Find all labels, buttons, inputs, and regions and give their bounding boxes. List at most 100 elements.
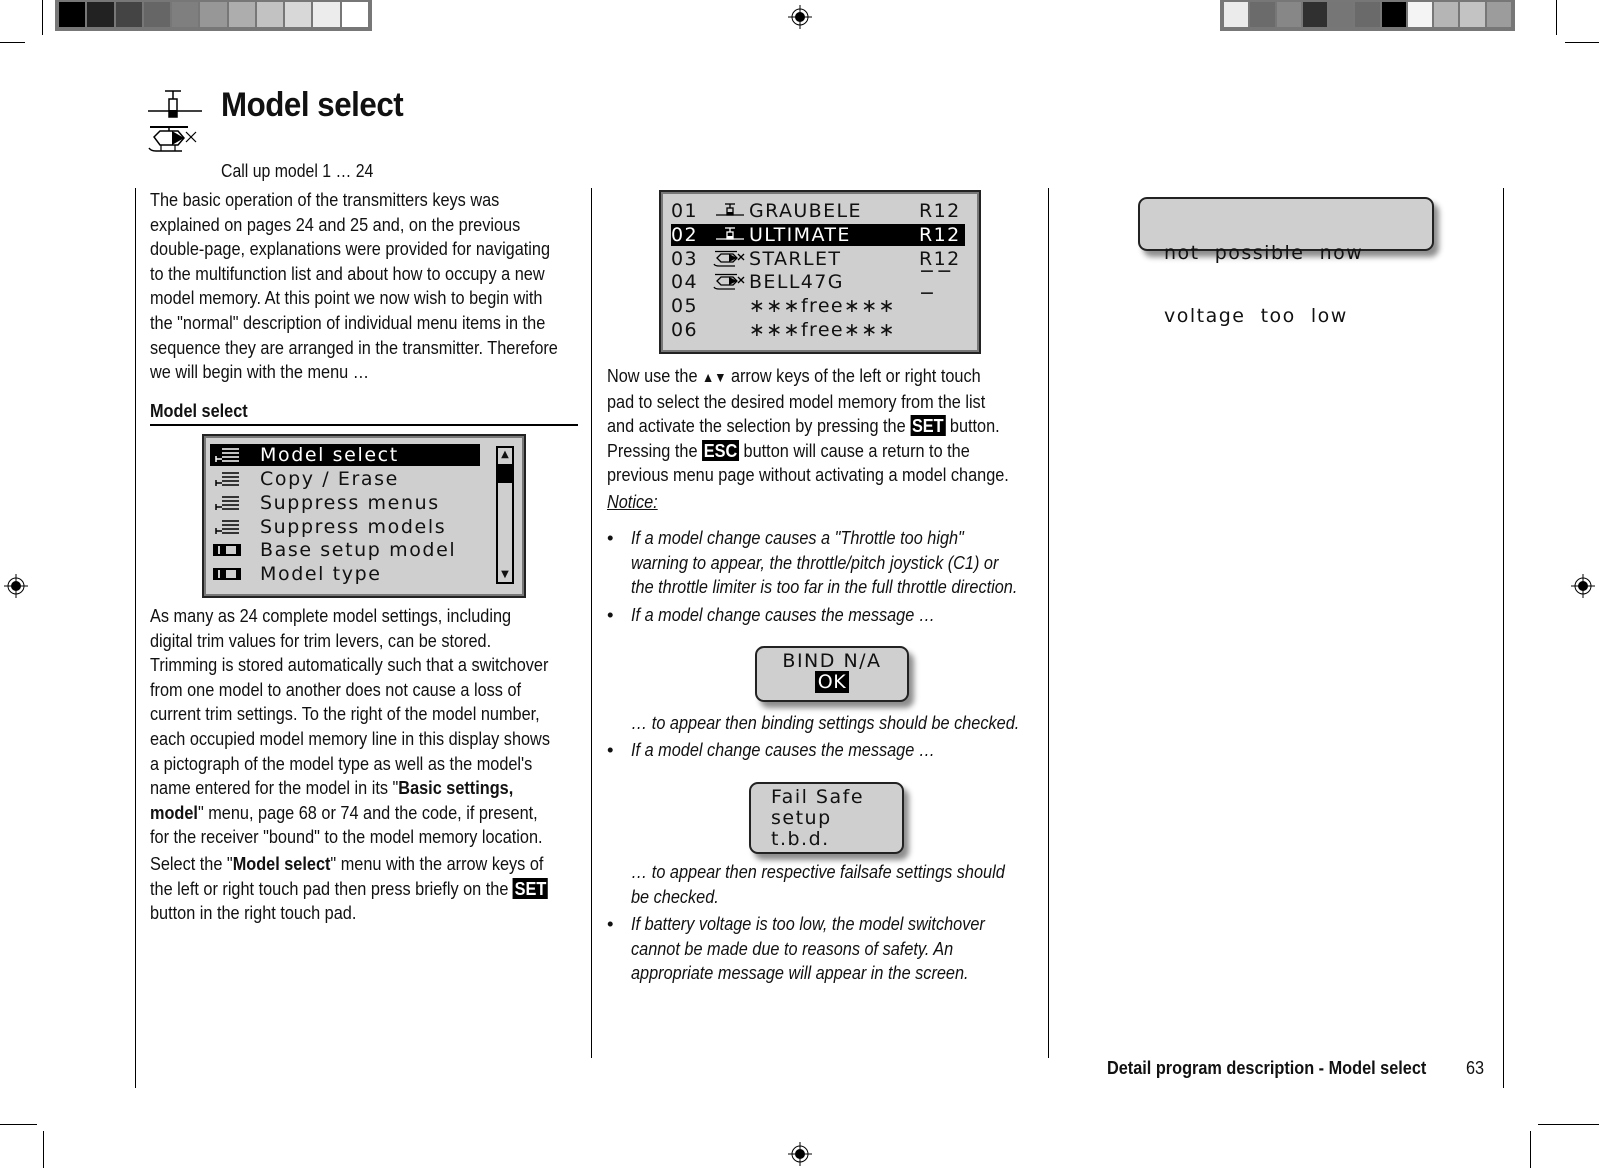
color-calibration-bar-left xyxy=(55,0,372,31)
text-line: the throttle limiter is too far in the f… xyxy=(631,576,1018,598)
text-line: As many as 24 complete model settings, i… xyxy=(150,605,512,626)
model-name: ULTIMATE xyxy=(749,224,851,246)
calibration-swatch xyxy=(172,2,199,27)
menu-item-base-setup-model[interactable]: Base setup model xyxy=(210,539,480,561)
column-divider xyxy=(135,188,136,1088)
text-span: arrow keys of the left or right touch xyxy=(726,365,981,386)
text-span: " menu, page 68 or 74 and the code, if p… xyxy=(197,801,538,823)
text-line: a pictograph of the model type as well a… xyxy=(150,752,533,774)
text-line: … to appear then respective failsafe set… xyxy=(631,861,1005,882)
calibration-swatch xyxy=(1460,2,1485,27)
menu-reference: Basic settings, xyxy=(398,777,514,799)
calibration-swatch xyxy=(313,2,340,27)
menu-item-model-select[interactable]: Model select xyxy=(210,444,480,466)
scroll-down-icon[interactable]: ▼ xyxy=(499,569,511,581)
menu-item-model-type[interactable]: Model type xyxy=(210,563,480,585)
menu-item-suppress-menus[interactable]: Suppress menus xyxy=(210,492,480,514)
model-number: 03 xyxy=(671,248,698,270)
calibration-swatch xyxy=(59,2,86,27)
model-row-free[interactable]: 06 ∗∗∗free∗∗∗ xyxy=(671,319,965,341)
calibration-swatch xyxy=(1355,2,1380,27)
text-line: be checked. xyxy=(631,885,719,907)
text-line: If a model change causes the message … xyxy=(631,739,936,760)
text-line: pad to select the desired model memory f… xyxy=(607,390,986,412)
text-line: If a model change causes a "Throttle too… xyxy=(631,527,964,548)
menu-item-label: Model type xyxy=(260,563,382,585)
airplane-icon xyxy=(148,90,202,118)
airplane-icon xyxy=(711,225,749,245)
model-number: 06 xyxy=(671,319,698,341)
calibration-swatch xyxy=(1329,2,1354,27)
menu-scrollbar[interactable]: ▲ ▼ xyxy=(496,446,514,584)
text-line: Pressing the ESC button will cause a ret… xyxy=(607,439,1009,464)
calibration-swatch xyxy=(1486,2,1511,27)
module-icon xyxy=(210,565,244,583)
menu-item-label: Model select xyxy=(260,444,399,466)
calibration-swatch xyxy=(285,2,312,27)
crop-mark xyxy=(43,1131,44,1168)
model-row[interactable]: 01 GRAUBELE R12 xyxy=(671,200,965,222)
scrollbar-thumb[interactable] xyxy=(498,464,512,483)
text-line: Trimming is stored automatically such th… xyxy=(150,654,549,676)
text-span: the left or right touch pad then press b… xyxy=(150,877,513,899)
bullet-icon: • xyxy=(607,604,614,625)
text-line: double-page, explanations were provided … xyxy=(150,238,551,260)
menu-item-label: Base setup model xyxy=(260,539,457,561)
text-line: appropriate message will appear in the s… xyxy=(631,962,969,984)
menu-item-copy-erase[interactable]: Copy / Erase xyxy=(210,468,480,490)
column-divider xyxy=(1048,188,1049,1058)
text-line: for the receiver "bound" to the model me… xyxy=(150,826,543,848)
menu-reference: model xyxy=(150,801,198,823)
crop-mark xyxy=(1556,0,1557,35)
text-line: previous menu page without activating a … xyxy=(607,464,1009,486)
text-line: each occupied model memory line in this … xyxy=(150,727,550,749)
helicopter-icon xyxy=(148,126,197,152)
scroll-up-icon[interactable]: ▲ xyxy=(499,449,511,461)
menu-item-label: Suppress menus xyxy=(260,492,440,514)
empty-icon-slot xyxy=(711,320,749,340)
text-line: the left or right touch pad then press b… xyxy=(150,877,549,902)
calibration-swatch xyxy=(341,2,368,27)
text-span: button. xyxy=(945,415,1000,437)
registration-mark-icon xyxy=(1571,574,1595,598)
model-name: GRAUBELE xyxy=(749,200,862,222)
popup-message: t.b.d. xyxy=(771,828,830,850)
menu-item-label: Copy / Erase xyxy=(260,468,399,490)
calibration-swatch xyxy=(1276,2,1301,27)
calibration-swatch xyxy=(1250,2,1275,27)
receiver-code: R12 xyxy=(919,224,961,246)
text-span: " menu with the arrow keys of xyxy=(330,853,544,874)
model-row-free[interactable]: 05 ∗∗∗free∗∗∗ xyxy=(671,295,965,317)
model-number: 05 xyxy=(671,295,698,317)
model-number: 01 xyxy=(671,200,698,222)
failsafe-popup: Fail Safe setup t.b.d. xyxy=(749,782,904,854)
registration-mark-icon xyxy=(788,1142,812,1166)
calibration-swatch xyxy=(1381,2,1406,27)
select-paragraph: Select the "Model select" menu with the … xyxy=(150,852,549,926)
model-name: ∗∗∗free∗∗∗ xyxy=(749,319,896,341)
model-name: BELL47G xyxy=(749,271,844,293)
text-span: Pressing the xyxy=(607,439,703,461)
calibration-swatch xyxy=(1434,2,1459,27)
calibration-swatch xyxy=(228,2,255,27)
list-icon xyxy=(210,446,244,464)
navigation-paragraph: Now use the ▲▼ arrow keys of the left or… xyxy=(607,364,1009,488)
text-span: Now use the xyxy=(607,365,703,386)
popup-message: voltage too low xyxy=(1164,305,1348,327)
model-row-selected[interactable]: 02 ULTIMATE R12 xyxy=(671,224,965,246)
popup-message: not possible now xyxy=(1164,242,1364,264)
calibration-swatch xyxy=(1224,2,1249,27)
calibration-swatch xyxy=(1302,2,1328,27)
text-span: button will cause a return to the xyxy=(739,439,970,461)
set-key-badge: SET xyxy=(512,877,549,899)
calibration-swatch xyxy=(1407,2,1433,27)
model-name: ∗∗∗free∗∗∗ xyxy=(749,295,896,317)
menu-item-suppress-models[interactable]: Suppress models xyxy=(210,516,480,538)
ok-button[interactable]: OK xyxy=(814,671,850,693)
airplane-icon xyxy=(711,201,749,221)
helicopter-icon xyxy=(711,272,749,292)
model-row[interactable]: 04 BELL47G −−− xyxy=(671,260,965,304)
receiver-code: R12 xyxy=(919,200,961,222)
crop-mark xyxy=(1565,42,1599,43)
intro-paragraph: The basic operation of the transmitters … xyxy=(150,188,558,385)
